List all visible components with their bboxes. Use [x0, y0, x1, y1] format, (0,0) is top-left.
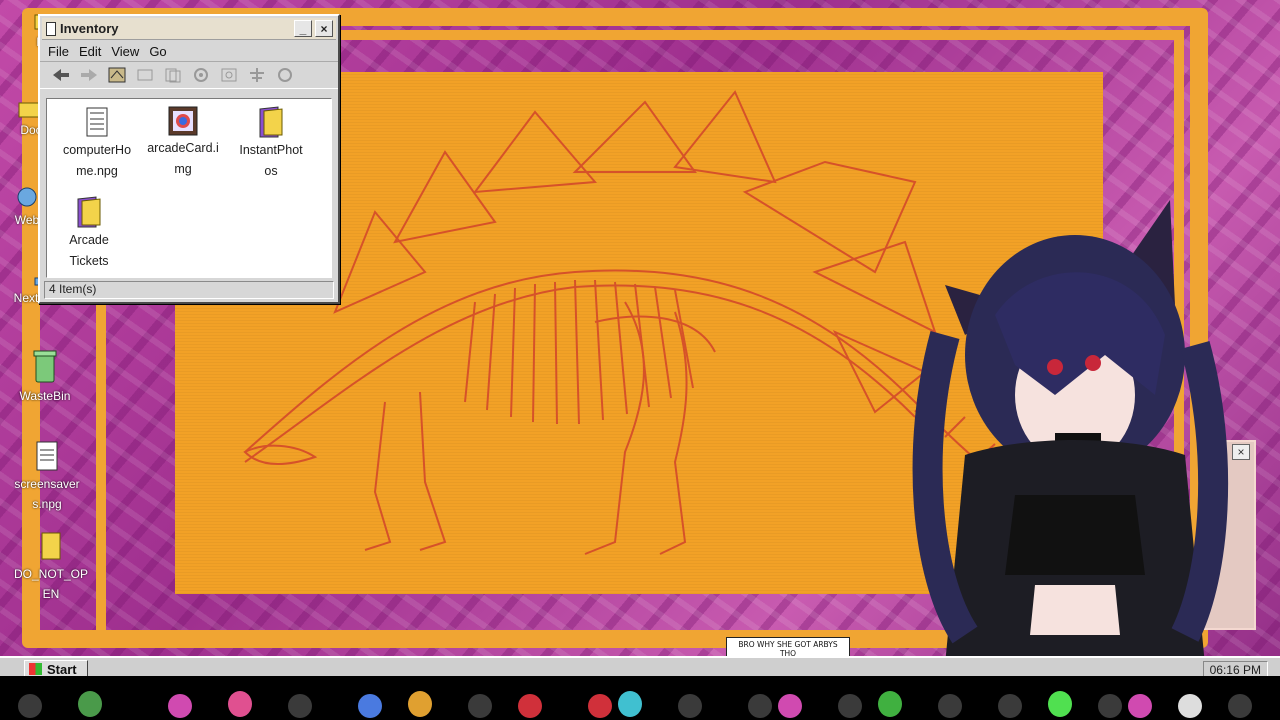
recycle-icon[interactable]	[218, 64, 240, 86]
inventory-titlebar[interactable]: Inventory _ ×	[42, 18, 336, 40]
notepad-icon	[86, 107, 108, 137]
minimize-button[interactable]: _	[294, 20, 312, 37]
status-bar: 4 Item(s)	[44, 281, 334, 299]
window-title: Inventory	[60, 21, 119, 36]
vtuber-avatar	[912, 200, 1229, 665]
toolbar	[40, 61, 338, 89]
globe-icon	[17, 187, 37, 207]
forward-arrow-icon[interactable]	[78, 64, 100, 86]
window-app-icon	[46, 21, 56, 36]
file-item[interactable]: arcadeCard.img	[139, 105, 227, 180]
back-arrow-icon[interactable]	[50, 64, 72, 86]
chat-avatar-crowd	[0, 676, 1280, 720]
menu-view[interactable]: View	[111, 44, 139, 59]
menu-file[interactable]: File	[48, 44, 69, 59]
desktop-icon-do-not-open[interactable]: DO_NOT_OPEN	[12, 530, 90, 604]
bunny-avatars-strip	[18, 691, 1252, 718]
file-item[interactable]: computerHome.npg	[53, 105, 141, 182]
folder-icon	[41, 532, 61, 560]
image-file-icon	[168, 106, 198, 136]
inventory-window[interactable]: Inventory _ × File Edit View Go computer…	[38, 14, 340, 304]
file-list-pane[interactable]: computerHome.npg arcadeCard.img InstantP…	[46, 98, 332, 278]
menu-edit[interactable]: Edit	[79, 44, 101, 59]
desktop-icon-wastebin[interactable]: WasteBin	[6, 348, 84, 406]
close-button[interactable]: ×	[315, 20, 333, 37]
menu-bar: File Edit View Go	[40, 42, 338, 61]
folder-icon	[259, 106, 283, 138]
desktop-icon-screensavers[interactable]: screensavers.npg	[8, 440, 86, 514]
copy-icon[interactable]	[162, 64, 184, 86]
folder-icon	[77, 196, 101, 228]
menu-go[interactable]: Go	[149, 44, 166, 59]
properties-icon[interactable]	[246, 64, 268, 86]
trash-bin-icon	[33, 350, 57, 383]
file-item[interactable]: Arcade Tickets	[45, 195, 133, 272]
file-item[interactable]: InstantPhotos	[227, 105, 315, 182]
refresh-icon[interactable]	[274, 64, 296, 86]
home-icon[interactable]	[106, 64, 128, 86]
cut-icon[interactable]	[134, 64, 156, 86]
notepad-icon	[36, 441, 58, 471]
start-logo-icon	[29, 663, 42, 675]
gear-icon[interactable]	[190, 64, 212, 86]
